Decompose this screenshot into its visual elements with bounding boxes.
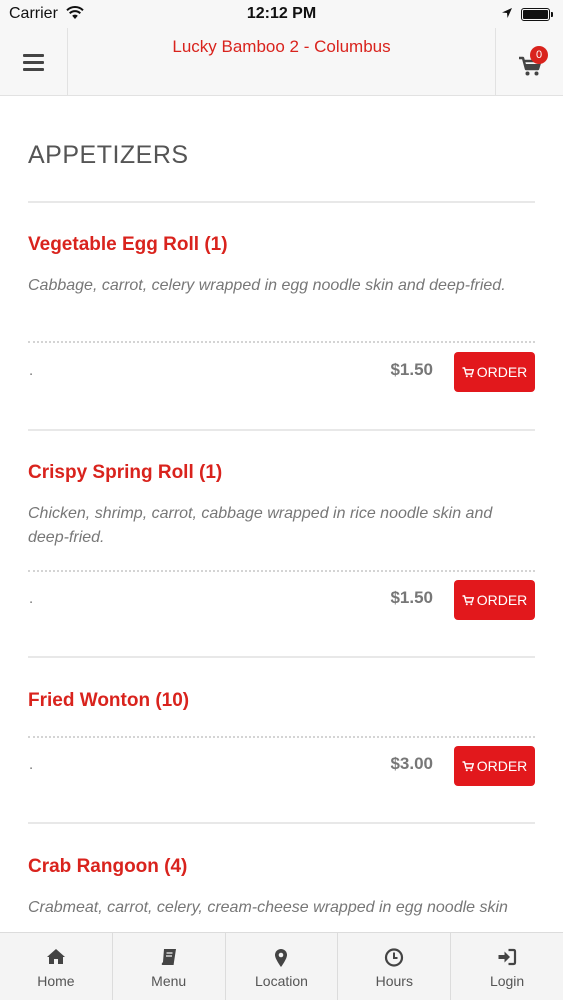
tab-login[interactable]: Login [451, 933, 563, 1000]
tab-location[interactable]: Location [226, 933, 339, 1000]
item-note: . [29, 756, 34, 773]
book-icon [161, 949, 176, 965]
battery-icon [521, 8, 553, 21]
dotted-divider [28, 736, 535, 738]
restaurant-title: Lucky Bamboo 2 - Columbus [172, 37, 391, 56]
status-bar: Carrier 12:12 PM [0, 0, 563, 28]
tab-label: Login [489, 973, 525, 989]
menu-button[interactable] [0, 28, 68, 96]
order-button[interactable]: ORDER [454, 746, 535, 786]
cart-icon [462, 367, 474, 378]
order-label: ORDER [476, 592, 528, 608]
bottom-tab-bar: Home Menu Location Hours Login [0, 932, 563, 1000]
item-name[interactable]: Crispy Spring Roll (1) [28, 462, 222, 484]
cart-icon [462, 761, 474, 772]
item-price: $3.00 [390, 754, 433, 773]
item-description: Chicken, shrimp, carrot, cabbage wrapped… [28, 505, 493, 546]
item-description: Cabbage, carrot, celery wrapped in egg n… [28, 277, 506, 294]
location-arrow-icon [502, 8, 512, 18]
clock-icon [385, 948, 404, 967]
dotted-divider [28, 341, 535, 343]
hamburger-icon [23, 54, 44, 71]
tab-home[interactable]: Home [0, 933, 113, 1000]
tab-hours[interactable]: Hours [338, 933, 452, 1000]
order-label: ORDER [476, 364, 528, 380]
cart-count-badge: 0 [530, 46, 548, 64]
item-divider [28, 656, 535, 658]
order-button[interactable]: ORDER [454, 580, 535, 620]
tab-label: Menu [151, 973, 187, 989]
section-title: APPETIZERS [28, 141, 189, 169]
item-name[interactable]: Vegetable Egg Roll (1) [28, 234, 228, 256]
status-time: 12:12 PM [246, 5, 317, 22]
home-icon [46, 949, 65, 964]
item-description: Crabmeat, carrot, celery, cream-cheese w… [28, 899, 508, 916]
sign-in-icon [498, 948, 517, 966]
tab-menu[interactable]: Menu [113, 933, 226, 1000]
item-note: . [29, 362, 34, 379]
app-header: Lucky Bamboo 2 - Columbus 0 [0, 28, 563, 96]
order-label: ORDER [476, 758, 528, 774]
item-name[interactable]: Crab Rangoon (4) [28, 856, 187, 878]
item-divider [28, 822, 535, 824]
item-price: $1.50 [390, 588, 433, 607]
tab-label: Home [37, 973, 75, 989]
item-note: . [29, 590, 34, 607]
cart-icon [462, 595, 474, 606]
item-divider [28, 429, 535, 431]
tab-label: Location [255, 973, 308, 989]
section-divider [28, 201, 535, 203]
map-pin-icon [275, 949, 288, 967]
tab-label: Hours [375, 973, 413, 989]
item-price: $1.50 [390, 360, 433, 379]
cart-button[interactable]: 0 [495, 28, 563, 96]
order-button[interactable]: ORDER [454, 352, 535, 392]
item-name[interactable]: Fried Wonton (10) [28, 690, 189, 712]
dotted-divider [28, 570, 535, 572]
